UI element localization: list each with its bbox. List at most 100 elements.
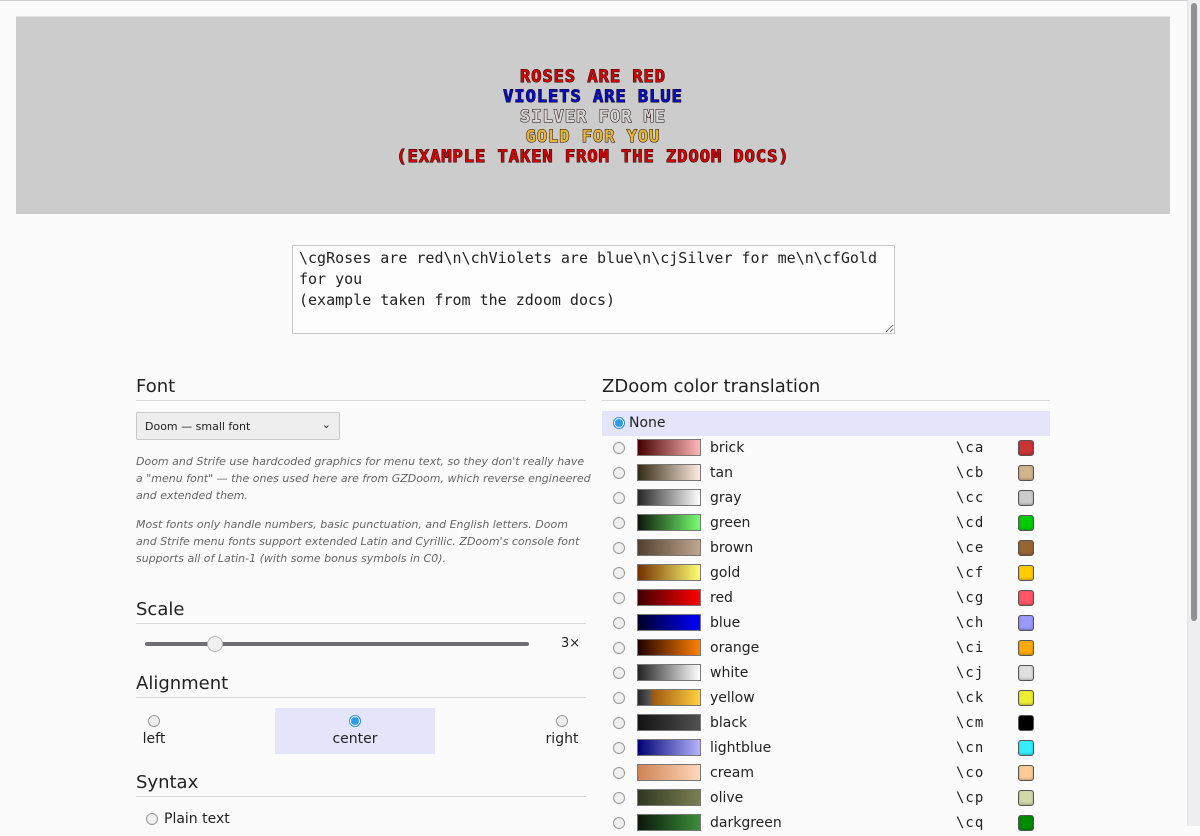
scale-heading: Scale — [136, 599, 586, 624]
color-name: cream — [710, 765, 754, 781]
color-radio[interactable] — [613, 667, 625, 679]
color-gradient-preview — [637, 614, 701, 631]
color-radio[interactable] — [613, 442, 625, 454]
vertical-scrollbar[interactable] — [1187, 0, 1200, 826]
align-left-option[interactable]: left — [136, 708, 172, 754]
color-radio[interactable] — [613, 817, 625, 829]
align-right-label: right — [545, 731, 579, 747]
color-gradient-preview — [637, 514, 701, 531]
color-radio[interactable] — [613, 492, 625, 504]
align-right-radio[interactable] — [556, 715, 568, 727]
color-code: \cm — [956, 715, 985, 731]
color-option-green[interactable]: green \cd — [602, 511, 1050, 536]
preview-text: Roses are red Violets are blue Silver for … — [16, 67, 1170, 168]
color-gradient-preview — [637, 589, 701, 606]
color-option-red[interactable]: red \cg — [602, 586, 1050, 611]
color-gradient-preview — [637, 764, 701, 781]
color-option-none[interactable]: None — [602, 411, 1050, 436]
color-radio[interactable] — [613, 792, 625, 804]
color-radio[interactable] — [613, 767, 625, 779]
font-note-graphics: Doom and Strife use hardcoded graphics f… — [136, 455, 591, 502]
color-swatch — [1018, 690, 1034, 706]
color-code: \ca — [956, 440, 985, 456]
align-right-option[interactable]: right — [544, 708, 580, 754]
color-option-black[interactable]: black \cm — [602, 711, 1050, 736]
color-code: \ce — [956, 540, 985, 556]
color-option-white[interactable]: white \cj — [602, 661, 1050, 686]
align-center-option[interactable]: center — [275, 708, 435, 754]
color-gradient-preview — [637, 464, 701, 481]
color-gradient-preview — [637, 489, 701, 506]
color-option-darkgreen[interactable]: darkgreen \cq — [602, 811, 1050, 836]
color-code: \cf — [956, 565, 985, 581]
color-translation-heading: ZDoom color translation — [602, 376, 1050, 401]
color-option-gray[interactable]: gray \cc — [602, 486, 1050, 511]
color-radio[interactable] — [613, 517, 625, 529]
color-option-yellow[interactable]: yellow \ck — [602, 686, 1050, 711]
align-center-radio[interactable] — [349, 715, 361, 727]
color-code: \cc — [956, 490, 985, 506]
color-code: \ci — [956, 640, 985, 656]
color-option-lightblue[interactable]: lightblue \cn — [602, 736, 1050, 761]
color-name: gold — [710, 565, 741, 581]
color-swatch — [1018, 790, 1034, 806]
preview-line-text: Violets are blue — [503, 87, 683, 108]
window-top-border — [0, 0, 1200, 1]
color-name: tan — [710, 465, 733, 481]
color-option-cream[interactable]: cream \co — [602, 761, 1050, 786]
color-option-tan[interactable]: tan \cb — [602, 461, 1050, 486]
color-none-radio[interactable] — [613, 417, 625, 429]
color-name: gray — [710, 490, 742, 506]
color-option-blue[interactable]: blue \ch — [602, 611, 1050, 636]
color-radio[interactable] — [613, 567, 625, 579]
color-name: olive — [710, 790, 744, 806]
align-left-radio[interactable] — [148, 715, 160, 727]
chevron-down-icon: ⌄ — [321, 418, 331, 431]
color-radio[interactable] — [613, 642, 625, 654]
color-code: \cq — [956, 815, 985, 831]
scale-slider[interactable] — [145, 642, 529, 646]
color-name: lightblue — [710, 740, 772, 756]
color-gradient-preview — [637, 689, 701, 706]
scale-slider-thumb[interactable] — [206, 636, 223, 652]
color-option-brown[interactable]: brown \ce — [602, 536, 1050, 561]
color-option-brick[interactable]: brick \ca — [602, 436, 1050, 461]
color-swatch — [1018, 565, 1034, 581]
color-radio[interactable] — [613, 592, 625, 604]
color-code: \cd — [956, 515, 985, 531]
color-option-gold[interactable]: gold \cf — [602, 561, 1050, 586]
color-radio[interactable] — [613, 542, 625, 554]
syntax-plain-text-option[interactable]: Plain text — [146, 811, 230, 827]
color-gradient-preview — [637, 789, 701, 806]
font-select[interactable]: Doom — small font ⌄ — [136, 412, 340, 440]
preview-line-text: Roses are red — [519, 67, 667, 88]
color-name: darkgreen — [710, 815, 782, 831]
syntax-heading: Syntax — [136, 772, 586, 797]
color-radio[interactable] — [613, 617, 625, 629]
color-code: \cj — [956, 665, 985, 681]
color-radio[interactable] — [613, 467, 625, 479]
color-swatch — [1018, 740, 1034, 756]
color-radio[interactable] — [613, 717, 625, 729]
color-swatch — [1018, 515, 1034, 531]
color-radio[interactable] — [613, 692, 625, 704]
preview-line: Gold for you — [16, 127, 1170, 148]
source-text-input[interactable] — [292, 245, 895, 334]
color-radio[interactable] — [613, 742, 625, 754]
preview-line: (example taken from the zdoom docs) — [16, 147, 1170, 168]
color-gradient-preview — [637, 639, 701, 656]
color-option-orange[interactable]: orange \ci — [602, 636, 1050, 661]
color-swatch — [1018, 465, 1034, 481]
color-code: \ch — [956, 615, 985, 631]
color-option-olive[interactable]: olive \cp — [602, 786, 1050, 811]
color-swatch — [1018, 615, 1034, 631]
color-name: brown — [710, 540, 754, 556]
scrollbar-thumb[interactable] — [1191, 3, 1197, 621]
syntax-plain-text-radio[interactable] — [146, 813, 158, 825]
color-swatch — [1018, 715, 1034, 731]
color-swatch — [1018, 540, 1034, 556]
scale-value: 3× — [561, 636, 581, 651]
preview-line: Roses are red — [16, 67, 1170, 88]
preview-line-text: Gold for you — [525, 127, 661, 148]
syntax-plain-text-label: Plain text — [164, 811, 230, 827]
